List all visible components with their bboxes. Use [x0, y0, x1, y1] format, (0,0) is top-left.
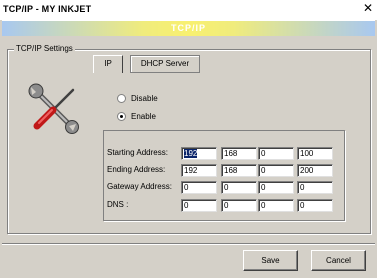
save-button[interactable]: Save [243, 250, 298, 271]
starting-address-octet-4[interactable]: 100 [297, 147, 333, 160]
radio-enable-label: Enable [131, 111, 156, 121]
gateway-address-octet-4[interactable]: 0 [297, 181, 333, 194]
close-icon[interactable]: ✕ [361, 2, 375, 16]
ending-address-octet-4[interactable]: 200 [297, 164, 333, 177]
tab-ip[interactable]: IP [93, 55, 123, 73]
dns-octet-3[interactable]: 0 [258, 199, 294, 212]
gateway-address-row: Gateway Address: 0 0 0 0 [107, 181, 342, 195]
ending-address-row: Ending Address: 192 168 0 200 [107, 164, 342, 178]
dns-label: DNS : [107, 200, 129, 209]
group-label: TCP/IP Settings [14, 44, 75, 53]
ending-address-octet-1[interactable]: 192 [181, 164, 217, 177]
dns-octet-2[interactable]: 0 [221, 199, 257, 212]
radio-disable-button[interactable] [117, 93, 126, 103]
cancel-button[interactable]: Cancel [311, 250, 366, 271]
ending-address-octet-3[interactable]: 0 [258, 164, 294, 177]
ending-address-label: Ending Address: [107, 165, 166, 174]
starting-address-octet-1[interactable]: 192 [181, 147, 217, 160]
dns-octet-4[interactable]: 0 [297, 199, 333, 212]
gateway-address-octet-2[interactable]: 0 [221, 181, 257, 194]
starting-address-octet-3[interactable]: 0 [258, 147, 294, 160]
footer-separator [2, 243, 375, 245]
starting-address-row: Starting Address: 192 168 0 100 [107, 147, 342, 161]
window-title: TCP/IP - MY INKJET [3, 4, 92, 14]
wrench-screwdriver-icon [28, 83, 79, 134]
radio-disable[interactable]: Disable [117, 92, 158, 104]
starting-address-label: Starting Address: [107, 148, 168, 157]
dns-octet-1[interactable]: 0 [181, 199, 217, 212]
gateway-address-label: Gateway Address: [107, 182, 172, 191]
banner-title: TCP/IP [170, 23, 206, 33]
gateway-address-octet-3[interactable]: 0 [258, 181, 294, 194]
ending-address-octet-2[interactable]: 168 [221, 164, 257, 177]
radio-disable-label: Disable [131, 93, 158, 103]
radio-enable-button[interactable] [117, 111, 126, 121]
title-bar[interactable]: TCP/IP - MY INKJET ✕ [0, 0, 377, 20]
gateway-address-octet-1[interactable]: 0 [181, 181, 217, 194]
tcpip-dialog: TCP/IP - MY INKJET ✕ TCP/IP TCP/IP Setti… [0, 0, 377, 278]
starting-address-octet-2[interactable]: 168 [221, 147, 257, 160]
section-banner: TCP/IP [2, 20, 375, 36]
tab-dhcp-server[interactable]: DHCP Server [130, 55, 200, 73]
dns-row: DNS : 0 0 0 0 [107, 199, 342, 213]
radio-enable[interactable]: Enable [117, 110, 156, 122]
